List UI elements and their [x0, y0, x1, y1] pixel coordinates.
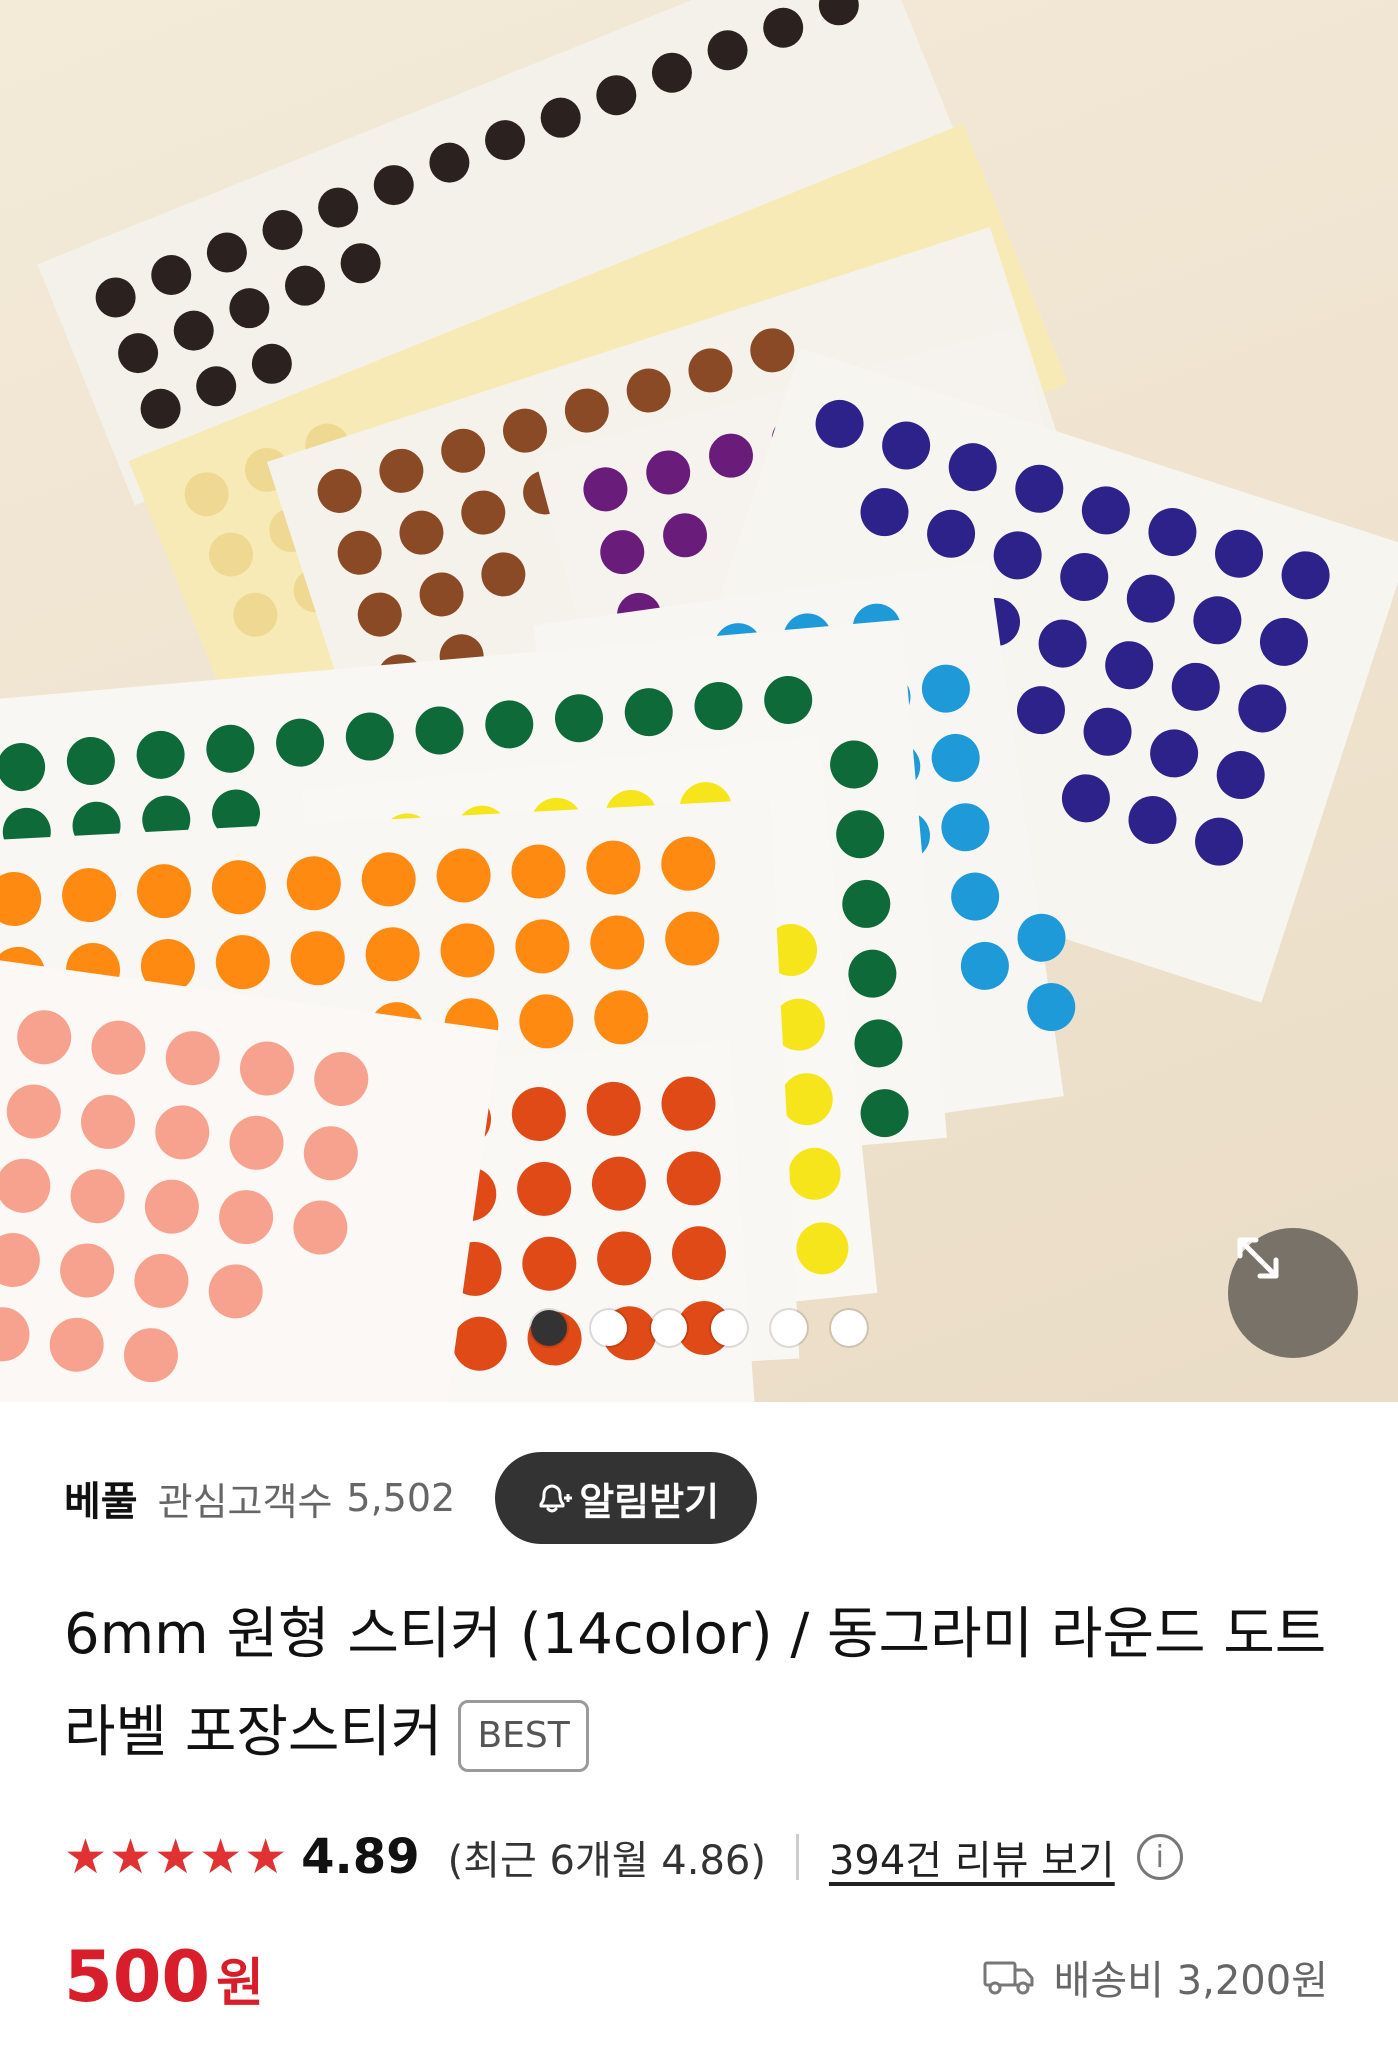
- interest-label: 관심고객수: [157, 1479, 333, 1524]
- product-title: 6mm 원형 스티커 (14color) / 동그라미 라운드 도트 라벨 포장…: [64, 1602, 1327, 1765]
- product-image-carousel[interactable]: [0, 0, 1398, 1402]
- bell-plus-icon: [539, 1484, 573, 1513]
- star-icon: ★: [154, 1829, 198, 1885]
- carousel-pagination: [0, 1310, 1398, 1346]
- price-unit: 원: [216, 1954, 264, 2014]
- best-badge: BEST: [458, 1699, 589, 1772]
- price: 500 원: [64, 1936, 264, 2018]
- rating-score: 4.89: [301, 1829, 420, 1885]
- seller-row: 베풀 관심고객수 5,502 알림받기: [64, 1452, 1334, 1544]
- expand-icon: [1237, 1237, 1279, 1279]
- pagination-dot[interactable]: [531, 1310, 567, 1346]
- star-rating: ★ ★ ★ ★ ★: [64, 1833, 287, 1881]
- price-amount: 500: [64, 1936, 211, 2018]
- truck-icon: [983, 1961, 1034, 1995]
- product-info: 베풀 관심고객수 5,502 알림받기 6mm 원형 스티커 (14color)…: [0, 1452, 1398, 2022]
- rating-row: ★ ★ ★ ★ ★ 4.89 (최근 6개월 4.86) 394건 리뷰 보기 …: [64, 1822, 1334, 1892]
- product-title-block: 6mm 원형 스티커 (14color) / 동그라미 라운드 도트 라벨 포장…: [64, 1586, 1334, 1782]
- star-icon: ★: [199, 1829, 243, 1885]
- divider: [795, 1834, 799, 1880]
- pagination-dot[interactable]: [711, 1310, 747, 1346]
- shipping-text: 배송비 3,200원: [1053, 1958, 1328, 2004]
- notify-button[interactable]: 알림받기: [495, 1452, 758, 1544]
- review-link[interactable]: 394건 리뷰 보기: [829, 1828, 1115, 1886]
- pagination-dot[interactable]: [651, 1310, 687, 1346]
- notify-label: 알림받기: [579, 1479, 720, 1524]
- expand-image-button[interactable]: [1228, 1228, 1358, 1358]
- star-icon: ★: [109, 1829, 153, 1885]
- seller-name[interactable]: 베풀: [64, 1469, 138, 1527]
- pagination-dot[interactable]: [831, 1310, 867, 1346]
- interest-count: 5,502: [346, 1476, 456, 1520]
- star-icon: ★: [64, 1829, 108, 1885]
- star-icon: ★: [244, 1829, 288, 1885]
- info-icon[interactable]: i: [1136, 1834, 1183, 1880]
- pagination-dot[interactable]: [771, 1310, 807, 1346]
- recent-rating: (최근 6개월 4.86): [447, 1838, 766, 1884]
- product-photo: [0, 0, 1398, 1402]
- pagination-dot[interactable]: [591, 1310, 627, 1346]
- price-row: 500 원 배송비 3,200원: [64, 1932, 1334, 2022]
- shipping-info: 배송비 3,200원: [982, 1948, 1328, 2006]
